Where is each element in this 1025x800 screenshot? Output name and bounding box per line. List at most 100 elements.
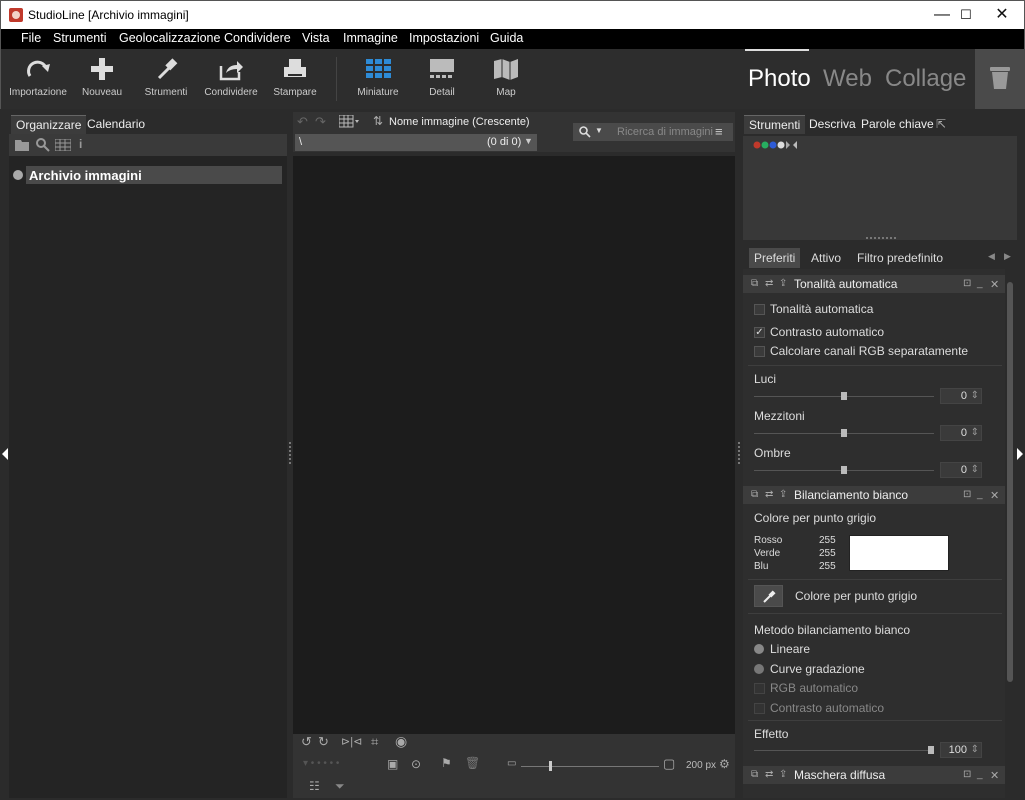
filter-list-scrollbar[interactable] xyxy=(1007,282,1013,682)
ombre-slider[interactable] xyxy=(754,466,934,474)
tab-attivo[interactable]: Attivo xyxy=(806,248,846,268)
palette-resize-handle[interactable] xyxy=(866,237,898,239)
tonalita-auto-checkbox[interactable] xyxy=(754,304,765,315)
mode-web[interactable]: Web xyxy=(823,65,872,93)
menu-geolocalizzazione[interactable]: Geolocalizzazione xyxy=(119,31,220,45)
section-layers-icon[interactable]: ⧉ xyxy=(751,489,758,500)
rating-stars-icon[interactable]: ▾ • • • • • xyxy=(303,758,339,769)
effetto-slider-thumb[interactable] xyxy=(928,746,934,754)
trash-button[interactable] xyxy=(975,49,1025,109)
luci-spinbox[interactable]: 0 xyxy=(940,388,982,404)
batch-edit-icon[interactable]: ☷ xyxy=(309,779,320,793)
section-header-bilanciamento[interactable]: ⧉ ⇄ ⇪ Bilanciamento bianco ⊡ _ ✕ xyxy=(743,486,1005,504)
collapse-right-panel-icon[interactable] xyxy=(1017,448,1023,460)
menu-condividere[interactable]: Condividere xyxy=(224,31,291,45)
thumbnail-viewport[interactable] xyxy=(293,156,735,736)
tab-preferiti[interactable]: Preferiti xyxy=(749,248,801,268)
delete-icon[interactable]: 🗑 xyxy=(465,756,480,770)
gray-point-picker-button[interactable] xyxy=(754,585,783,607)
rotate-right-icon[interactable]: ↻ xyxy=(318,734,329,750)
section-export-icon[interactable]: ⇪ xyxy=(779,489,787,500)
section-dock-icon[interactable]: ⊡ xyxy=(963,769,971,780)
detail-view-button[interactable]: Detail xyxy=(413,49,471,109)
print-button[interactable]: Stampare xyxy=(267,49,323,109)
right-splitter[interactable] xyxy=(735,112,743,798)
ombre-slider-thumb[interactable] xyxy=(841,466,847,474)
rgb-auto-checkbox[interactable] xyxy=(754,683,765,694)
luci-slider[interactable] xyxy=(754,392,934,400)
redo-icon[interactable]: ↷ xyxy=(315,114,326,130)
zoom-slider-thumb[interactable] xyxy=(549,761,552,771)
share-button[interactable]: Condividere xyxy=(199,49,263,109)
table-icon[interactable] xyxy=(55,139,71,151)
search-input[interactable]: Ricerca di immagini xyxy=(617,126,713,138)
effetto-spinbox[interactable]: 100 xyxy=(940,742,982,758)
menu-immagine[interactable]: Immagine xyxy=(343,31,398,45)
section-dock-icon[interactable]: ⊡ xyxy=(963,489,971,500)
zoom-slider[interactable] xyxy=(521,761,659,771)
crop-icon[interactable]: ⌗ xyxy=(371,734,378,750)
section-dock-icon[interactable]: ⊡ xyxy=(963,278,971,289)
radio-curve[interactable] xyxy=(754,664,764,674)
section-close-icon[interactable]: ✕ xyxy=(990,489,999,502)
mezzitoni-spinbox[interactable]: 0 xyxy=(940,425,982,441)
new-button[interactable]: Nouveau xyxy=(73,49,131,109)
menu-file[interactable]: File xyxy=(21,31,41,45)
view-grid-icon[interactable] xyxy=(339,115,359,129)
thumbnails-view-button[interactable]: Miniature xyxy=(349,49,407,109)
section-close-icon[interactable]: ✕ xyxy=(990,769,999,782)
zoom-large-icon[interactable]: ▢ xyxy=(663,756,675,772)
tab-strumenti[interactable]: Strumenti xyxy=(744,115,806,134)
tab-calendario[interactable]: Calendario xyxy=(82,115,150,133)
section-layers-icon[interactable]: ⧉ xyxy=(751,278,758,289)
menu-guida[interactable]: Guida xyxy=(490,31,523,45)
undo-icon[interactable]: ↶ xyxy=(297,114,308,130)
wb-contrasto-checkbox[interactable] xyxy=(754,703,765,714)
sort-dropdown[interactable]: Nome immagine (Crescente) xyxy=(389,116,530,128)
zoom-small-icon[interactable]: ▭ xyxy=(507,758,516,769)
tools-button[interactable]: Strumenti xyxy=(137,49,195,109)
section-close-icon[interactable]: ✕ xyxy=(990,278,999,291)
flip-icon[interactable]: ⊳|⊲ xyxy=(341,735,362,748)
contrasto-auto-checkbox[interactable]: ✓ xyxy=(754,327,765,338)
mezzitoni-slider-thumb[interactable] xyxy=(841,429,847,437)
new-folder-icon[interactable] xyxy=(15,139,31,151)
zoom-image-icon[interactable]: ▣ xyxy=(387,757,398,771)
radio-lineare[interactable] xyxy=(754,644,764,654)
tab-organizzare[interactable]: Organizzare xyxy=(11,115,87,134)
import-button[interactable]: Importazione xyxy=(5,49,71,109)
section-minimize-icon[interactable]: _ xyxy=(977,278,983,289)
settings-gear-icon[interactable]: ⚙ xyxy=(719,757,730,771)
section-header-maschera[interactable]: ⧉ ⇄ ⇪ Maschera diffusa ⊡ _ ✕ xyxy=(743,766,1005,784)
rgb-channels-checkbox[interactable] xyxy=(754,346,765,357)
search-icon[interactable] xyxy=(36,138,50,152)
search-menu-icon[interactable]: ≡ xyxy=(715,124,723,139)
color-tools-icon[interactable] xyxy=(753,140,803,150)
preview-eye-icon[interactable]: ◉ xyxy=(395,733,407,750)
tree-item-archivio[interactable]: Archivio immagini xyxy=(29,168,142,183)
close-button[interactable]: ✕ xyxy=(979,1,1025,29)
filter-icon[interactable]: ⏷ xyxy=(335,779,345,794)
tab-scroll-right-icon[interactable]: ▶ xyxy=(999,248,1016,265)
section-minimize-icon[interactable]: _ xyxy=(977,769,983,780)
section-compare-icon[interactable]: ⇄ xyxy=(765,489,773,500)
section-compare-icon[interactable]: ⇄ xyxy=(765,278,773,289)
effetto-slider[interactable] xyxy=(754,746,934,754)
section-minimize-icon[interactable]: _ xyxy=(977,489,983,500)
collapse-left-panel-icon[interactable] xyxy=(2,448,8,460)
rotate-left-icon[interactable]: ↺ xyxy=(301,734,312,750)
info-icon[interactable]: i xyxy=(79,137,82,151)
detach-panel-icon[interactable]: ⇱ xyxy=(931,115,951,133)
sort-icon[interactable]: ⇅ xyxy=(373,114,383,128)
menu-vista[interactable]: Vista xyxy=(302,31,330,45)
path-dropdown-icon[interactable]: ▼ xyxy=(524,136,533,146)
mezzitoni-slider[interactable] xyxy=(754,429,934,437)
search-box[interactable]: ▼ Ricerca di immagini ≡ xyxy=(573,123,733,141)
tab-descriva[interactable]: Descriva xyxy=(804,115,861,133)
section-export-icon[interactable]: ⇪ xyxy=(779,278,787,289)
search-dropdown-icon[interactable]: ▼ xyxy=(595,126,603,135)
section-compare-icon[interactable]: ⇄ xyxy=(765,769,773,780)
section-export-icon[interactable]: ⇪ xyxy=(779,769,787,780)
mode-collage[interactable]: Collage xyxy=(885,65,966,93)
menu-strumenti[interactable]: Strumenti xyxy=(53,31,107,45)
